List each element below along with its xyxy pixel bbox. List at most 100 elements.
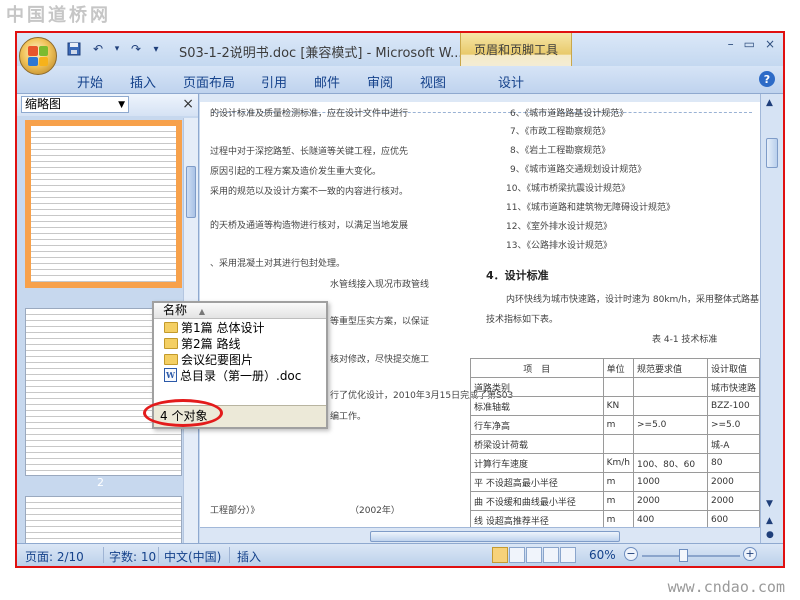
save-icon[interactable] [65, 40, 83, 58]
body-text-line: 、采用混凝土对其进行包封处理。 [210, 259, 346, 269]
pane-view-select[interactable]: 缩略图 ▼ [21, 96, 129, 113]
list-item[interactable]: W 总目录（第一册）.doc [154, 367, 326, 383]
table-cell: Km/h [602, 453, 635, 473]
table-cell [602, 434, 635, 454]
section-heading: 4．设计标准 [486, 269, 549, 282]
status-bar: 页面: 2/10 字数: 10 中文(中国) 插入 60% − + [17, 543, 783, 566]
close-icon[interactable]: × [765, 37, 775, 51]
tab-home[interactable]: 开始 [77, 72, 103, 91]
undo-icon[interactable]: ↶ [89, 40, 107, 58]
table-cell: 100、80、60 [633, 453, 708, 473]
page-count[interactable]: 页面: 2/10 [25, 548, 84, 565]
office-button[interactable] [19, 37, 57, 75]
standards-table: 项 目 单位 规范要求值 设计取值 道路类别 城市快速路 标准轴载 KN BZZ-10… [470, 358, 760, 530]
body-text-line: 过程中对于深挖路堑、长隧道等关键工程，应优先 [210, 147, 409, 157]
customize-toolbar-icon[interactable]: ▾ [151, 40, 161, 58]
zoom-level[interactable]: 60% [589, 548, 616, 562]
table-cell: 城-A [706, 434, 760, 454]
tab-mailings[interactable]: 邮件 [314, 72, 340, 91]
scroll-thumb[interactable] [370, 531, 620, 542]
item-name: 第1篇 总体设计 [181, 320, 265, 335]
reference-list-item: 7、《市政工程勘察规范》 [510, 127, 611, 137]
scroll-up-icon[interactable]: ▲ [766, 98, 773, 108]
tab-references[interactable]: 引用 [261, 72, 287, 91]
page-thumbnail-1[interactable] [25, 120, 182, 288]
pane-view-label: 缩略图 [25, 97, 62, 111]
list-item[interactable]: 第2篇 路线 [154, 335, 326, 351]
scroll-down-icon[interactable]: ▼ [766, 499, 773, 509]
table-row: 桥梁设计荷载 城-A [470, 434, 760, 454]
zoom-in-icon[interactable]: + [743, 547, 757, 561]
window-title: S03-1-2说明书.doc [兼容模式] - Microsoft W... [179, 46, 463, 61]
tab-insert[interactable]: 插入 [130, 72, 156, 91]
status-divider [158, 547, 159, 563]
body-text-line: 的天桥及通道等构造物进行核对，以满足当地发展 [210, 221, 409, 231]
web-layout-view-icon[interactable] [526, 547, 542, 563]
tab-page-layout[interactable]: 页面布局 [183, 72, 235, 91]
outline-view-icon[interactable] [543, 547, 559, 563]
table-cell: 标准轴载 [470, 396, 604, 416]
restore-icon[interactable]: ▭ [744, 37, 755, 51]
zoom-slider-track[interactable] [642, 555, 740, 557]
site-logo-watermark: 中国道桥网 [6, 5, 111, 26]
body-text-line: 采用的规范以及设计方案不一致的内容进行核对。 [210, 187, 409, 197]
table-row: 计算行车速度 Km/h 100、80、60 80 [470, 453, 760, 473]
reference-list-item: 12、《室外排水设计规范》 [506, 222, 612, 232]
print-layout-view-icon[interactable] [492, 547, 508, 563]
table-cell [633, 377, 708, 397]
table-row: 标准轴载 KN BZZ-100 [470, 396, 760, 416]
body-text-line: 等重型压实方案，以保证 [330, 317, 430, 327]
table-cell: 行车净高 [470, 415, 604, 435]
insert-mode-indicator[interactable]: 插入 [237, 548, 261, 565]
page-thumbnail-3[interactable] [25, 496, 182, 545]
full-screen-reading-view-icon[interactable] [509, 547, 525, 563]
table-cell: 计算行车速度 [470, 453, 604, 473]
table-row: 曲 不设缓和曲线最小半径 m 2000 2000 [470, 491, 760, 511]
scroll-thumb[interactable] [186, 166, 196, 218]
pane-close-icon[interactable]: × [182, 96, 194, 112]
list-item[interactable]: 第1篇 总体设计 [154, 319, 326, 335]
body-text-line: 工程部分）》 [210, 506, 260, 516]
table-cell: >=5.0 [633, 415, 708, 435]
word-doc-icon: W [164, 368, 177, 382]
folder-icon [164, 337, 178, 349]
scroll-thumb[interactable] [766, 138, 778, 168]
minimize-icon[interactable]: – [728, 37, 734, 51]
body-text-line: 内环快线为城市快速路，设计时速为 80km/h，采用整体式路基 [506, 295, 760, 305]
view-buttons [492, 547, 576, 563]
list-item[interactable]: 会议纪要图片 [154, 351, 326, 367]
table-cell [602, 377, 635, 397]
draft-view-icon[interactable] [560, 547, 576, 563]
column-header-label: 名称 [163, 303, 188, 317]
document-vertical-scrollbar[interactable]: ▲ ▼ ▲ ● [760, 94, 783, 545]
table-cell: 80 [706, 453, 760, 473]
previous-page-icon[interactable]: ▲ [766, 516, 773, 526]
status-divider [229, 547, 230, 563]
name-column-header[interactable]: 名称 ▲ [154, 303, 326, 319]
body-text-line: 核对修改，尽快提交施工 [330, 355, 430, 365]
body-text-line: 编工作。 [330, 412, 367, 422]
tab-design[interactable]: 设计 [498, 72, 524, 91]
tab-view[interactable]: 视图 [420, 72, 446, 91]
table-cell: KN [602, 396, 635, 416]
table-header-cell: 项 目 [470, 358, 604, 378]
browse-object-icon[interactable]: ● [766, 530, 774, 540]
table-cell: 2000 [706, 472, 760, 492]
table-cell: 2000 [706, 491, 760, 511]
undo-dropdown-icon[interactable]: ▾ [113, 40, 121, 58]
thumbnail-text-lines [26, 497, 181, 545]
word-count[interactable]: 字数: 10 [109, 548, 156, 565]
help-icon[interactable]: ? [759, 71, 775, 87]
table-header-row: 项 目 单位 规范要求值 设计取值 [470, 358, 760, 378]
zoom-out-icon[interactable]: − [624, 547, 638, 561]
sort-arrow-icon: ▲ [198, 307, 205, 316]
zoom-slider-handle[interactable] [679, 549, 688, 562]
ribbon-tabs: 开始 插入 页面布局 引用 邮件 审阅 视图 设计 ? [17, 66, 783, 94]
tab-review[interactable]: 审阅 [367, 72, 393, 91]
redo-icon[interactable]: ↷ [127, 40, 145, 58]
body-text-line: 原因引起的工程方案及造价发生重大变化。 [210, 167, 382, 177]
table-cell: 道路类别 [470, 377, 604, 397]
language-indicator[interactable]: 中文(中国) [164, 548, 221, 565]
table-cell: 城市快速路 [706, 377, 760, 397]
table-cell: 桥梁设计荷载 [470, 434, 604, 454]
